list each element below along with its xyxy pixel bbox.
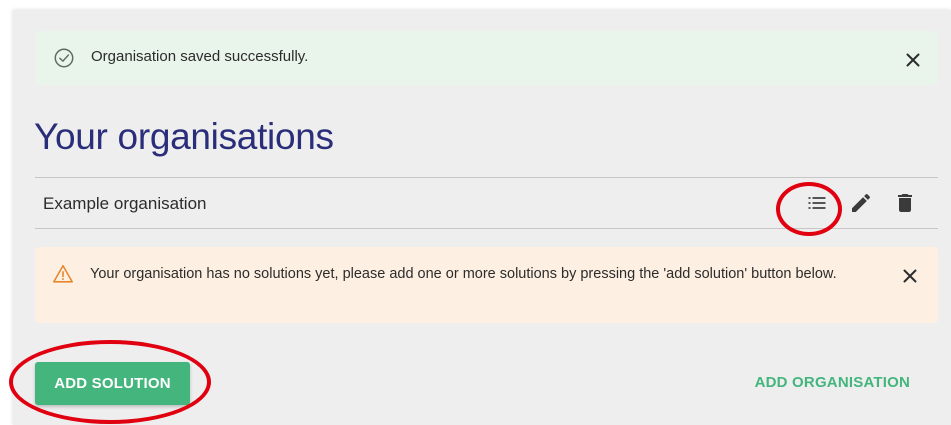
list-item: Example organisation: [35, 178, 938, 228]
success-message: Organisation saved successfully.: [91, 48, 309, 65]
check-circle-icon: [54, 48, 74, 68]
success-alert: Organisation saved successfully.: [35, 31, 938, 85]
close-icon[interactable]: [905, 52, 921, 68]
add-solution-button[interactable]: ADD SOLUTION: [35, 362, 190, 405]
close-icon[interactable]: [902, 268, 918, 284]
list-icon[interactable]: [805, 191, 829, 215]
warning-message: Your organisation has no solutions yet, …: [90, 266, 837, 282]
add-organisation-button[interactable]: ADD ORGANISATION: [755, 370, 910, 394]
organisation-name: Example organisation: [43, 194, 207, 213]
pencil-icon[interactable]: [849, 191, 873, 215]
warning-triangle-icon: [53, 264, 73, 283]
divider: [35, 228, 938, 229]
page-title: Your organisations: [34, 116, 334, 157]
warning-alert: Your organisation has no solutions yet, …: [35, 247, 938, 323]
trash-icon[interactable]: [893, 191, 917, 215]
